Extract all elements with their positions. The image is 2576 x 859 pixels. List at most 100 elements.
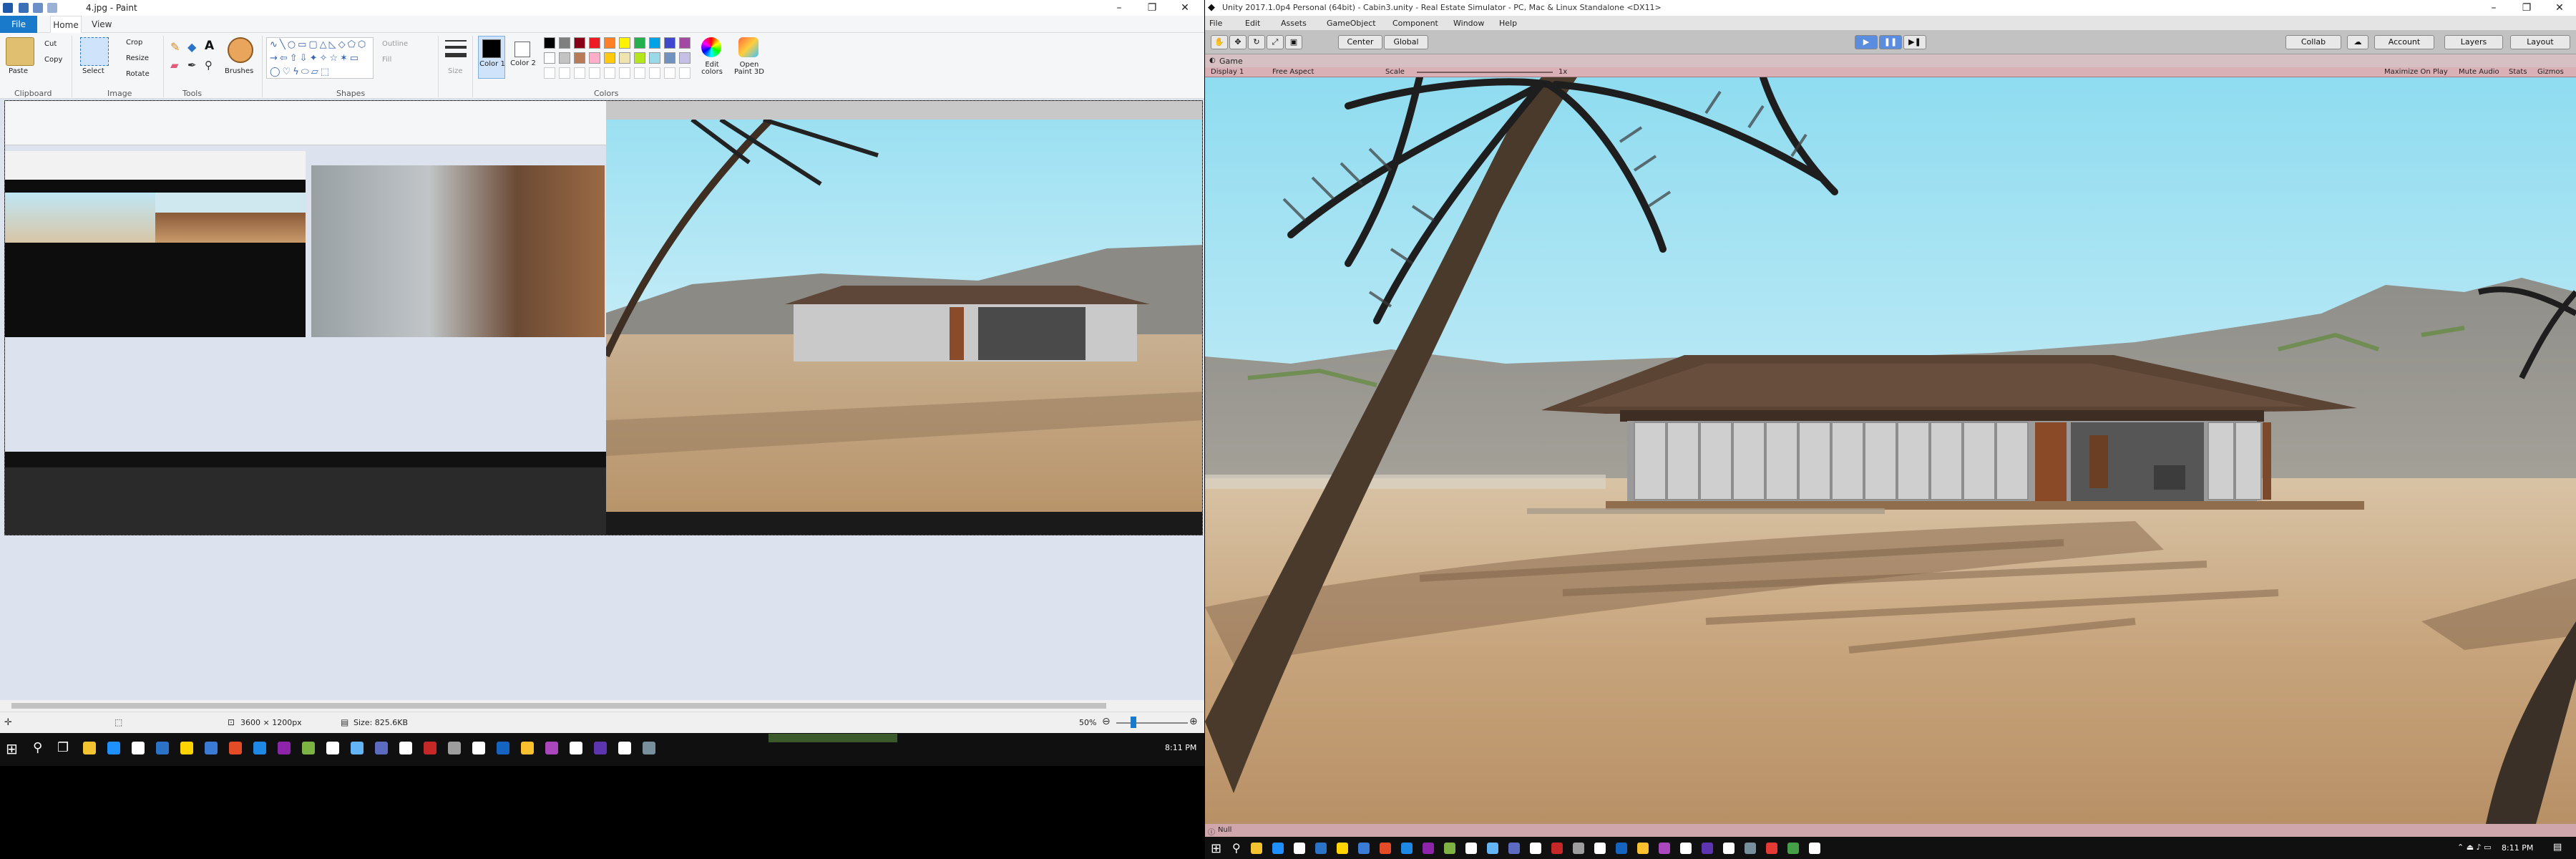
magnifier-icon[interactable]: ⚲ [205,59,213,72]
palette-swatch[interactable] [664,52,675,64]
taskbar-app-icon[interactable] [253,742,266,754]
taskbar-app-icon[interactable] [205,742,218,754]
rotate-tool-button[interactable]: ↻ [1248,35,1265,49]
save-icon[interactable] [19,3,29,13]
rect-tool-button[interactable]: ▣ [1285,35,1302,49]
shapes-gallery[interactable]: ∿╲○▭▢△◺◇⬠⬡ →⇦⇧⇩✦✧☆✶▭ ◯♡ϟ⬭▱⬚ [266,37,374,79]
select-icon[interactable] [80,37,109,66]
taskbar-app-icon[interactable] [1766,843,1777,854]
scrollbar-thumb[interactable] [11,703,1106,709]
taskbar-app-icon[interactable] [1573,843,1584,854]
stats-toggle[interactable]: Stats [2509,68,2527,76]
open-paint3d-button[interactable]: Open Paint 3D [733,62,766,76]
gizmos-dropdown[interactable]: Gizmos [2537,68,2564,76]
taskbar-app-icon[interactable] [1251,843,1262,854]
fill-bucket-icon[interactable]: ◆ [187,40,196,54]
zoom-out-icon[interactable]: ⊖ [1102,716,1111,727]
palette-swatch[interactable] [589,37,600,49]
undo-icon[interactable] [33,3,43,13]
search-icon[interactable]: ⚲ [33,740,42,755]
taskbar-app-icon[interactable] [107,742,120,754]
unity-minimize-button[interactable]: – [2477,0,2510,16]
horizontal-scrollbar[interactable] [0,700,1204,712]
palette-swatch[interactable] [649,37,660,49]
clock-right[interactable]: 8:11 PM [2502,843,2533,853]
taskbar-app-icon[interactable] [1337,843,1348,854]
taskbar-app-icon[interactable] [1401,843,1413,854]
taskbar-app-icon[interactable] [375,742,388,754]
display-dropdown[interactable]: Display 1 [1211,68,1244,76]
outline-button[interactable]: Outline [382,40,408,48]
unity-menu-item[interactable]: Component [1392,19,1438,28]
taskbar-app-icon[interactable] [1809,843,1820,854]
taskbar-app-icon[interactable] [229,742,242,754]
layers-dropdown[interactable]: Layers [2444,35,2503,49]
palette-swatch[interactable] [589,52,600,64]
hand-tool-button[interactable]: ✋ [1211,35,1228,49]
paste-button[interactable]: Paste [9,67,28,75]
taskbar-app-icon[interactable] [180,742,193,754]
taskbar-app-icon[interactable] [1380,843,1391,854]
palette-swatch[interactable] [574,37,585,49]
rotate-button[interactable]: Rotate [126,70,150,78]
custom-color-slot[interactable] [574,67,585,79]
taskbar-app-icon[interactable] [1723,843,1735,854]
taskbar-app-icon[interactable] [156,742,169,754]
taskbar-app-icon[interactable] [351,742,364,754]
pencil-icon[interactable]: ✎ [170,40,180,54]
unity-close-button[interactable]: ✕ [2543,0,2576,16]
palette-swatch[interactable] [679,37,691,49]
unity-menu-item[interactable]: GameObject [1327,19,1376,28]
cut-button[interactable]: Cut [44,40,57,48]
tab-view[interactable]: View [92,16,112,33]
taskbar-app-icon[interactable] [1272,843,1284,854]
taskbar-app-icon[interactable] [302,742,315,754]
zoom-in-icon[interactable]: ⊕ [1189,716,1198,727]
aspect-dropdown[interactable]: Free Aspect [1272,68,1314,76]
taskbar-app-icon[interactable] [1659,843,1670,854]
close-button[interactable]: ✕ [1169,0,1201,16]
taskbar-app-icon[interactable] [1508,843,1520,854]
clock-left[interactable]: 8:11 PM [1165,743,1196,752]
unity-menu-item[interactable]: Edit [1245,19,1260,28]
edit-colors-button[interactable]: Edit colors [700,62,724,76]
palette-swatch[interactable] [604,37,615,49]
taskbar-app-icon[interactable] [472,742,485,754]
color1-button[interactable]: Color 1 [478,36,505,79]
taskbar-app-icon[interactable] [497,742,509,754]
account-dropdown[interactable]: Account [2374,35,2434,49]
move-tool-button[interactable]: ✥ [1229,35,1246,49]
crop-button[interactable]: Crop [126,39,142,47]
palette-swatch[interactable] [634,37,645,49]
custom-color-slot[interactable] [604,67,615,79]
custom-color-slot[interactable] [559,67,570,79]
edit-colors-icon[interactable] [701,37,721,57]
play-button[interactable]: ▶ [1855,35,1878,49]
taskbar-app-icon[interactable] [545,742,558,754]
taskbar-app-icon[interactable] [278,742,291,754]
taskbar-app-icon[interactable] [521,742,534,754]
taskbar-app-icon[interactable] [1616,843,1627,854]
copy-button[interactable]: Copy [44,56,62,64]
palette-swatch[interactable] [574,52,585,64]
taskbar-app-icon[interactable] [424,742,436,754]
taskbar-app-icon[interactable] [132,742,145,754]
canvas-image[interactable] [4,100,1203,535]
unity-menu-item[interactable]: File [1209,19,1222,28]
taskbar-app-icon[interactable] [1702,843,1713,854]
palette-swatch[interactable] [544,37,555,49]
taskbar-app-icon[interactable] [1465,843,1477,854]
start-icon[interactable]: ⊞ [1211,841,1221,856]
taskbar-app-icon[interactable] [1487,843,1498,854]
palette-swatch[interactable] [649,52,660,64]
resize-button[interactable]: Resize [126,54,149,62]
palette-swatch[interactable] [559,52,570,64]
unity-menu-item[interactable]: Help [1499,19,1517,28]
custom-color-slot[interactable] [634,67,645,79]
zoom-slider-thumb[interactable] [1131,717,1136,728]
taskbar-app-icon[interactable] [83,742,96,754]
taskbar-app-icon[interactable] [1680,843,1692,854]
taskbar-app-icon[interactable] [618,742,631,754]
palette-swatch[interactable] [559,37,570,49]
minimize-button[interactable]: – [1103,0,1136,16]
